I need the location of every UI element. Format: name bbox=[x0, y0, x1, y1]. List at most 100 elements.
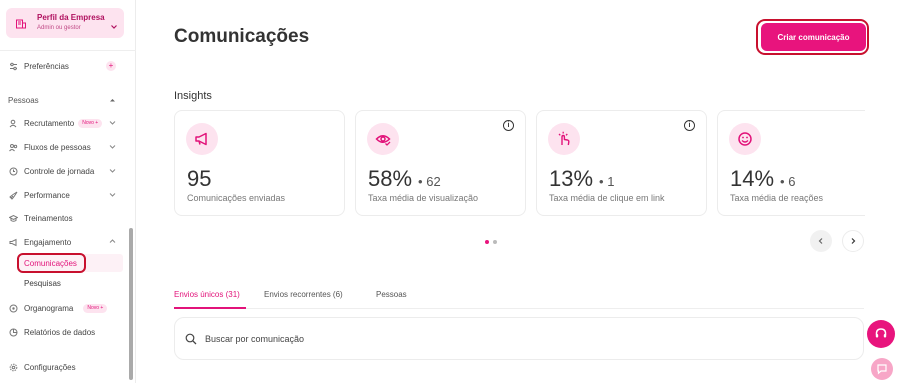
chevron-right-icon bbox=[851, 238, 856, 244]
insight-main-value: 58% bbox=[368, 166, 413, 191]
tabs-divider bbox=[174, 308, 864, 309]
app-root: Perfil da Empresa Admin ou gestor Prefer… bbox=[0, 0, 900, 383]
add-badge: + bbox=[106, 61, 116, 71]
chat-button[interactable] bbox=[871, 358, 893, 380]
sidebar-item-label: Performance bbox=[24, 190, 70, 200]
insight-value: 14% • 6 bbox=[730, 166, 795, 192]
tab-envios-unicos[interactable]: Envios únicos (31) bbox=[174, 290, 240, 299]
sidebar: Perfil da Empresa Admin ou gestor Prefer… bbox=[0, 0, 136, 383]
sidebar-item-label: Treinamentos bbox=[24, 213, 73, 223]
insight-label: Taxa média de visualização bbox=[368, 193, 479, 203]
insight-main-value: 13% bbox=[549, 166, 594, 191]
sidebar-item-fluxos[interactable]: Fluxos de pessoas bbox=[8, 138, 124, 156]
sidebar-item-label: Organograma bbox=[24, 303, 74, 313]
gear-icon bbox=[8, 362, 18, 372]
insight-card-views: i 58% • 62 Taxa média de visualização bbox=[355, 110, 526, 216]
insight-value: 95 bbox=[187, 166, 211, 192]
person-search-icon bbox=[8, 118, 18, 128]
org-chart-icon bbox=[8, 303, 18, 313]
chevron-up-icon bbox=[109, 97, 116, 106]
insight-value: 58% • 62 bbox=[368, 166, 441, 192]
carousel-prev-button[interactable] bbox=[810, 230, 832, 252]
new-badge: Novo + bbox=[78, 118, 103, 128]
chevron-left-icon bbox=[818, 238, 823, 244]
main-content: Comunicações Criar comunicação Insights … bbox=[137, 0, 900, 383]
help-headset-button[interactable] bbox=[867, 320, 895, 348]
section-label: Pessoas bbox=[8, 96, 39, 105]
sidebar-item-label: Controle de jornada bbox=[24, 166, 95, 176]
sidebar-item-configuracoes[interactable]: Configurações bbox=[8, 358, 124, 376]
insight-secondary-value: • 62 bbox=[418, 174, 441, 189]
sidebar-item-label: Recrutamento bbox=[24, 118, 75, 128]
sliders-icon bbox=[8, 61, 18, 71]
sidebar-scrollbar[interactable] bbox=[129, 228, 133, 380]
insight-label: Taxa média de clique em link bbox=[549, 193, 665, 203]
building-icon bbox=[14, 16, 28, 30]
chevron-down-icon bbox=[110, 18, 118, 36]
chevron-up-icon bbox=[109, 238, 116, 247]
chevron-down-icon bbox=[109, 167, 116, 176]
insight-card-clicks: i 13% • 1 Taxa média de clique em link bbox=[536, 110, 707, 216]
tab-envios-recorrentes[interactable]: Envios recorrentes (6) bbox=[264, 290, 343, 299]
sidebar-item-preferencias[interactable]: Preferências + bbox=[8, 57, 124, 75]
sidebar-item-recrutamento[interactable]: Recrutamento Novo + bbox=[8, 114, 124, 132]
page-title: Comunicações bbox=[174, 26, 310, 47]
profile-name: Perfil da Empresa bbox=[37, 13, 105, 23]
sidebar-item-label: Relatórios de dados bbox=[24, 327, 96, 337]
insights-title: Insights bbox=[174, 90, 212, 102]
sidebar-item-label: Fluxos de pessoas bbox=[24, 142, 91, 152]
eye-check-icon bbox=[367, 123, 399, 155]
carousel-next-button[interactable] bbox=[842, 230, 864, 252]
sidebar-item-performance[interactable]: Performance bbox=[8, 186, 124, 204]
tab-pessoas[interactable]: Pessoas bbox=[376, 290, 407, 299]
hand-click-icon bbox=[548, 123, 580, 155]
new-badge: Novo + bbox=[83, 303, 108, 313]
graduation-cap-icon bbox=[8, 213, 18, 223]
sidebar-subitem-pesquisas[interactable]: Pesquisas bbox=[18, 274, 123, 292]
people-flow-icon bbox=[8, 142, 18, 152]
insight-value: 13% • 1 bbox=[549, 166, 614, 192]
tabs: Envios únicos (31) Envios recorrentes (6… bbox=[174, 288, 864, 310]
sidebar-item-treinamentos[interactable]: Treinamentos bbox=[8, 209, 124, 227]
profile-role: Admin ou gestor bbox=[37, 25, 81, 32]
highlight-outline bbox=[17, 253, 86, 273]
headset-icon bbox=[875, 328, 887, 338]
megaphone-icon bbox=[186, 123, 218, 155]
chat-bubble-icon bbox=[877, 364, 887, 375]
create-communication-button[interactable]: Criar comunicação bbox=[761, 23, 866, 51]
divider bbox=[0, 50, 136, 51]
insight-main-value: 95 bbox=[187, 166, 212, 191]
megaphone-icon bbox=[8, 237, 18, 247]
pagination-dot-active[interactable] bbox=[485, 240, 489, 244]
clock-icon bbox=[8, 166, 18, 176]
insight-secondary-value: • 6 bbox=[780, 174, 796, 189]
active-tab-indicator bbox=[174, 307, 246, 309]
section-pessoas[interactable]: Pessoas bbox=[8, 96, 124, 105]
sidebar-item-relatorios[interactable]: Relatórios de dados bbox=[8, 323, 124, 341]
insight-card-sent: 95 Comunicações enviadas bbox=[174, 110, 345, 216]
sidebar-item-label: Engajamento bbox=[24, 237, 72, 247]
smiley-icon bbox=[729, 123, 761, 155]
pagination-dot[interactable] bbox=[493, 240, 497, 244]
carousel-pagination bbox=[485, 240, 497, 244]
insight-main-value: 14% bbox=[730, 166, 775, 191]
profile-text: Perfil da Empresa Admin ou gestor bbox=[37, 13, 105, 32]
insight-label: Comunicações enviadas bbox=[187, 193, 286, 203]
pie-chart-icon bbox=[8, 327, 18, 337]
rocket-icon bbox=[8, 190, 18, 200]
search-icon bbox=[185, 332, 199, 346]
chevron-down-icon bbox=[109, 119, 116, 128]
insight-card-reactions: 14% • 6 Taxa média de reações bbox=[717, 110, 865, 216]
insight-label: Taxa média de reações bbox=[730, 193, 824, 203]
sidebar-item-organograma[interactable]: Organograma Novo + bbox=[8, 299, 124, 317]
search-input[interactable] bbox=[205, 333, 805, 344]
insight-secondary-value: • 1 bbox=[599, 174, 615, 189]
profile-switcher[interactable]: Perfil da Empresa Admin ou gestor bbox=[6, 8, 124, 38]
sidebar-item-controle-jornada[interactable]: Controle de jornada bbox=[8, 162, 124, 180]
search-box[interactable] bbox=[174, 317, 864, 360]
sidebar-item-engajamento[interactable]: Engajamento bbox=[8, 233, 124, 251]
info-icon[interactable]: i bbox=[684, 120, 695, 131]
sidebar-item-label: Preferências bbox=[24, 61, 69, 71]
info-icon[interactable]: i bbox=[503, 120, 514, 131]
sidebar-item-label: Configurações bbox=[24, 362, 76, 372]
